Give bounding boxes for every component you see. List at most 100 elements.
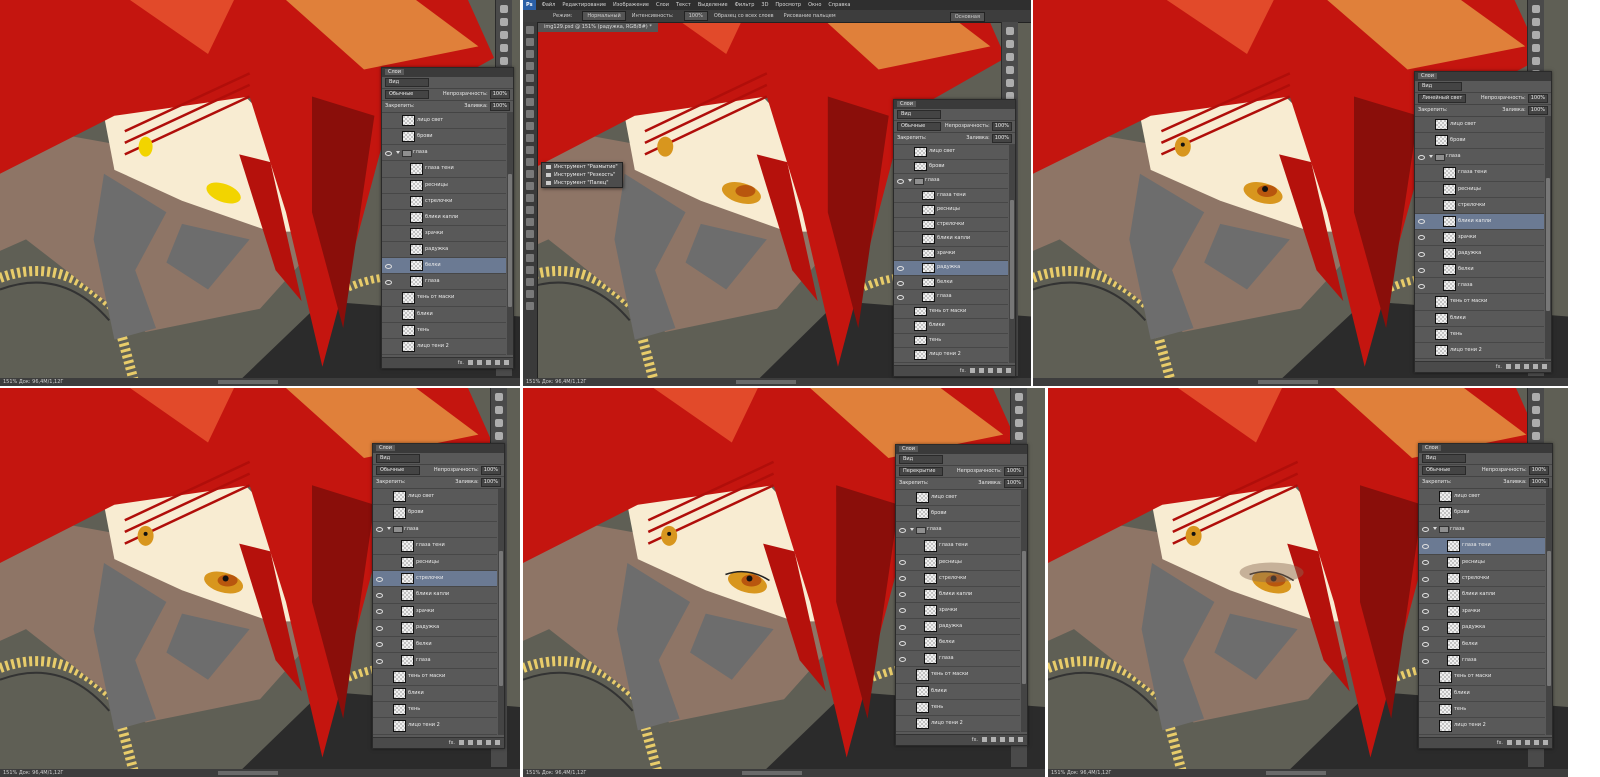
layer-row[interactable]: тень bbox=[896, 700, 1020, 716]
intensity-field[interactable]: 100% bbox=[683, 11, 708, 21]
layer-row[interactable]: белки bbox=[894, 276, 1008, 291]
visibility-eye-icon[interactable] bbox=[899, 560, 906, 566]
tool-icon[interactable] bbox=[526, 50, 534, 58]
layer-row[interactable]: тень bbox=[1419, 702, 1545, 719]
fx-icon[interactable]: fx. bbox=[960, 368, 966, 374]
dock-panel-icon[interactable] bbox=[1006, 66, 1014, 74]
layer-row[interactable]: зрачки bbox=[373, 604, 497, 621]
layer-row[interactable]: глаза тени bbox=[894, 189, 1008, 204]
mask-icon[interactable] bbox=[1506, 364, 1511, 369]
tool-icon[interactable] bbox=[526, 194, 534, 202]
layer-row[interactable]: глаза bbox=[1415, 149, 1544, 166]
visibility-eye-icon[interactable] bbox=[1418, 283, 1425, 289]
layer-row[interactable]: брови bbox=[382, 129, 506, 146]
visibility-eye-icon[interactable] bbox=[1422, 527, 1429, 533]
dock-panel-icon[interactable] bbox=[1532, 432, 1540, 440]
layer-row[interactable]: тень от маски bbox=[382, 290, 506, 307]
layer-row[interactable]: глаза bbox=[382, 274, 506, 291]
tool-icon[interactable] bbox=[526, 302, 534, 310]
layers-tab[interactable]: Слои bbox=[899, 446, 918, 452]
tool-icon[interactable] bbox=[526, 62, 534, 70]
tool-icon[interactable] bbox=[526, 278, 534, 286]
horizontal-scrollbar[interactable] bbox=[736, 380, 797, 384]
sample-all-checkbox[interactable]: Образец со всех слоев bbox=[714, 13, 774, 19]
trash-icon[interactable] bbox=[495, 740, 500, 745]
visibility-eye-icon[interactable] bbox=[376, 576, 383, 582]
layer-row[interactable]: стрелочки bbox=[1419, 571, 1545, 588]
tool-icon[interactable] bbox=[526, 146, 534, 154]
dock-panel-icon[interactable] bbox=[1532, 5, 1540, 13]
layer-row[interactable]: тень bbox=[1415, 327, 1544, 343]
visibility-eye-icon[interactable] bbox=[899, 576, 906, 582]
layer-row[interactable]: радужка bbox=[894, 261, 1008, 276]
layer-row[interactable]: тень от маски bbox=[896, 667, 1020, 684]
menu-item[interactable]: Слои bbox=[656, 2, 669, 8]
new-layer-icon[interactable] bbox=[1009, 737, 1014, 742]
new-layer-icon[interactable] bbox=[1534, 740, 1539, 745]
horizontal-scrollbar[interactable] bbox=[1266, 771, 1327, 775]
dock-panel-icon[interactable] bbox=[1532, 406, 1540, 414]
dock-panel-icon[interactable] bbox=[1006, 27, 1014, 35]
layer-row[interactable]: брови bbox=[1419, 505, 1545, 522]
layer-row[interactable]: лицо свет bbox=[1419, 489, 1545, 506]
dock-panel-icon[interactable] bbox=[1532, 44, 1540, 52]
mask-icon[interactable] bbox=[982, 737, 987, 742]
layers-tab[interactable]: Слои bbox=[376, 445, 395, 451]
menu-item[interactable]: Файл bbox=[542, 2, 556, 8]
layer-row[interactable]: зрачки bbox=[1419, 604, 1545, 621]
folder-icon[interactable] bbox=[1000, 737, 1005, 742]
folder-icon[interactable] bbox=[486, 360, 491, 365]
group-expand-icon[interactable] bbox=[1433, 527, 1437, 531]
opacity-field[interactable]: 100% bbox=[480, 466, 501, 475]
layers-scrollbar[interactable] bbox=[1545, 117, 1551, 359]
fill-field[interactable]: 100% bbox=[480, 478, 501, 487]
visibility-eye-icon[interactable] bbox=[1422, 576, 1429, 582]
flyout-item[interactable]: Инструмент "Палец" bbox=[542, 179, 622, 187]
layer-row[interactable]: лицо свет bbox=[373, 489, 497, 506]
layer-row[interactable]: глаза тени bbox=[373, 538, 497, 555]
visibility-eye-icon[interactable] bbox=[1418, 235, 1425, 241]
dock-panel-icon[interactable] bbox=[500, 44, 508, 52]
new-layer-icon[interactable] bbox=[997, 368, 1002, 373]
layer-row[interactable]: глаза тени bbox=[896, 538, 1020, 555]
scroll-thumb[interactable] bbox=[1547, 550, 1551, 686]
visibility-eye-icon[interactable] bbox=[376, 658, 383, 664]
dock-panel-icon[interactable] bbox=[1006, 40, 1014, 48]
scroll-thumb[interactable] bbox=[1010, 199, 1014, 320]
dock-panel-icon[interactable] bbox=[495, 432, 503, 440]
layers-scrollbar[interactable] bbox=[498, 489, 504, 735]
layer-row[interactable]: блики капли bbox=[1419, 587, 1545, 604]
fx-icon[interactable]: fx. bbox=[458, 360, 464, 366]
layer-row[interactable]: блики bbox=[1419, 686, 1545, 703]
layer-row[interactable]: лицо свет bbox=[1415, 117, 1544, 134]
fill-field[interactable]: 100% bbox=[991, 134, 1012, 143]
group-expand-icon[interactable] bbox=[908, 178, 912, 182]
tool-icon[interactable] bbox=[526, 290, 534, 298]
visibility-eye-icon[interactable] bbox=[899, 624, 906, 630]
tool-icon[interactable] bbox=[526, 158, 534, 166]
blend-mode-select[interactable]: Обычные bbox=[897, 122, 941, 131]
layer-row[interactable]: брови bbox=[373, 505, 497, 522]
flyout-item[interactable]: Инструмент "Размытие" bbox=[542, 163, 622, 171]
visibility-eye-icon[interactable] bbox=[385, 279, 392, 285]
layer-row[interactable]: ресницы bbox=[896, 555, 1020, 571]
layer-row[interactable]: блики bbox=[1415, 311, 1544, 327]
new-layer-icon[interactable] bbox=[495, 360, 500, 365]
layer-row[interactable]: глаза bbox=[382, 145, 506, 162]
adjustment-icon[interactable] bbox=[1516, 740, 1521, 745]
visibility-eye-icon[interactable] bbox=[897, 295, 904, 301]
layer-row[interactable]: ресницы bbox=[894, 203, 1008, 218]
tool-icon[interactable] bbox=[526, 242, 534, 250]
visibility-eye-icon[interactable] bbox=[1422, 543, 1429, 549]
layer-row[interactable]: лицо свет bbox=[382, 113, 506, 130]
visibility-eye-icon[interactable] bbox=[376, 527, 383, 533]
adjustment-icon[interactable] bbox=[468, 740, 473, 745]
layer-row[interactable]: лицо тени 2 bbox=[1415, 343, 1544, 359]
visibility-eye-icon[interactable] bbox=[899, 527, 906, 533]
tool-icon[interactable] bbox=[526, 122, 534, 130]
layer-filter-select[interactable]: Вид bbox=[897, 110, 941, 119]
scroll-thumb[interactable] bbox=[508, 173, 512, 307]
opacity-field[interactable]: 100% bbox=[1527, 94, 1548, 103]
layer-filter-select[interactable]: Вид bbox=[376, 454, 420, 463]
blend-mode-select[interactable]: Линейный свет bbox=[1418, 94, 1467, 103]
